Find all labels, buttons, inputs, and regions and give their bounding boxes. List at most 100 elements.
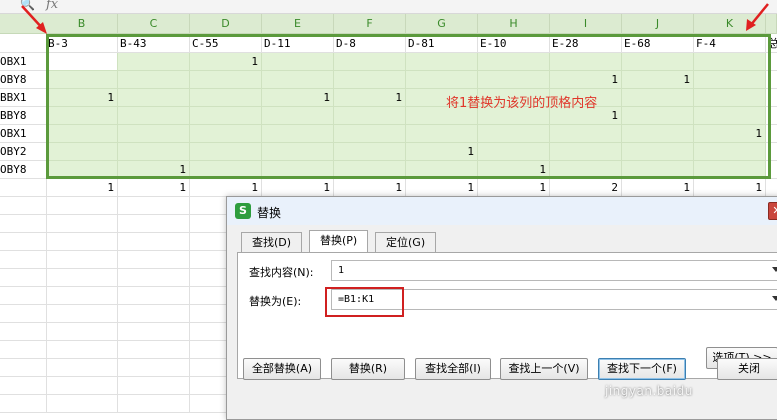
data-cell[interactable] [694, 143, 766, 161]
total-cell[interactable]: 1 [478, 179, 550, 197]
data-cell[interactable] [766, 125, 777, 143]
find-all-button[interactable]: 查找全部(I) [415, 358, 491, 380]
data-cell[interactable] [46, 71, 118, 89]
data-cell[interactable]: 1 [622, 71, 694, 89]
find-input[interactable]: 1 [331, 260, 777, 281]
empty-cell[interactable] [118, 197, 190, 215]
column-header[interactable]: H [478, 14, 550, 34]
dialog-titlebar[interactable]: S 替换 ✕ [227, 197, 777, 225]
empty-cell[interactable] [46, 377, 118, 395]
data-cell[interactable] [550, 143, 622, 161]
data-cell[interactable] [622, 89, 694, 107]
total-cell[interactable]: 1 [694, 179, 766, 197]
data-cell[interactable]: 1 [406, 143, 478, 161]
header-cell[interactable]: D-8 [334, 35, 406, 53]
data-cell[interactable]: 1 [118, 161, 190, 179]
total-cell[interactable]: 2 [550, 179, 622, 197]
column-header[interactable]: G [406, 14, 478, 34]
total-cell[interactable]: 1 [262, 179, 334, 197]
empty-cell[interactable] [46, 251, 118, 269]
header-cell[interactable]: E-10 [478, 35, 550, 53]
data-cell[interactable] [694, 161, 766, 179]
row-label[interactable]: OBX1 [0, 125, 47, 143]
column-header[interactable]: E [262, 14, 334, 34]
empty-cell[interactable] [118, 233, 190, 251]
row-label[interactable]: OBY8 [0, 71, 47, 89]
empty-cell[interactable] [46, 359, 118, 377]
data-cell[interactable] [694, 107, 766, 125]
data-cell[interactable] [118, 143, 190, 161]
data-cell[interactable] [118, 71, 190, 89]
data-cell[interactable] [262, 107, 334, 125]
empty-cell[interactable] [46, 269, 118, 287]
empty-cell[interactable] [118, 215, 190, 233]
header-cell[interactable]: C-55 [190, 35, 262, 53]
data-cell[interactable] [46, 143, 118, 161]
data-cell[interactable] [622, 125, 694, 143]
row-label[interactable]: OBY2 [0, 143, 47, 161]
tab-goto[interactable]: 定位(G) [375, 232, 437, 252]
data-cell[interactable] [766, 143, 777, 161]
column-header[interactable]: F [334, 14, 406, 34]
data-cell[interactable] [190, 71, 262, 89]
row-label[interactable] [0, 377, 47, 395]
data-cell[interactable] [478, 71, 550, 89]
empty-cell[interactable] [118, 359, 190, 377]
data-cell[interactable] [622, 161, 694, 179]
header-cell[interactable]: E-28 [550, 35, 622, 53]
data-cell[interactable] [694, 53, 766, 71]
data-cell[interactable] [334, 71, 406, 89]
row-label[interactable]: BBX1 [0, 89, 47, 107]
chevron-down-icon[interactable] [772, 296, 777, 301]
data-cell[interactable] [190, 161, 262, 179]
column-header[interactable] [766, 14, 777, 34]
empty-cell[interactable] [46, 197, 118, 215]
data-cell[interactable]: 1 [262, 89, 334, 107]
data-cell[interactable] [190, 143, 262, 161]
find-next-button[interactable]: 查找下一个(F) [598, 358, 686, 380]
row-label[interactable] [0, 395, 47, 413]
data-cell[interactable] [622, 143, 694, 161]
data-cell[interactable] [766, 161, 777, 179]
header-cell[interactable]: B-43 [118, 35, 190, 53]
row-label[interactable]: OBX1 [0, 53, 47, 71]
data-cell[interactable] [766, 71, 777, 89]
empty-cell[interactable] [118, 287, 190, 305]
empty-cell[interactable] [118, 251, 190, 269]
total-cell[interactable]: 1 [190, 179, 262, 197]
data-cell[interactable] [478, 125, 550, 143]
row-label[interactable]: OBY8 [0, 161, 47, 179]
header-cell[interactable]: 总 [766, 35, 777, 53]
row-label[interactable] [0, 269, 47, 287]
row-label[interactable] [0, 251, 47, 269]
data-cell[interactable] [118, 89, 190, 107]
empty-cell[interactable] [46, 323, 118, 341]
column-header[interactable]: J [622, 14, 694, 34]
row-label[interactable] [0, 359, 47, 377]
data-cell[interactable] [46, 125, 118, 143]
empty-cell[interactable] [118, 305, 190, 323]
data-cell[interactable] [262, 143, 334, 161]
data-cell[interactable]: 1 [46, 89, 118, 107]
total-cell[interactable]: 1 [334, 179, 406, 197]
data-cell[interactable] [46, 53, 118, 71]
data-cell[interactable] [406, 125, 478, 143]
row-label[interactable] [0, 179, 47, 197]
data-cell[interactable] [478, 143, 550, 161]
total-cell[interactable]: 1 [118, 179, 190, 197]
data-cell[interactable] [334, 107, 406, 125]
data-cell[interactable] [118, 107, 190, 125]
column-header[interactable]: K [694, 14, 766, 34]
empty-cell[interactable] [46, 215, 118, 233]
data-cell[interactable] [550, 161, 622, 179]
tab-find[interactable]: 查找(D) [241, 232, 303, 252]
data-cell[interactable] [118, 125, 190, 143]
data-cell[interactable]: 1 [550, 71, 622, 89]
row-label[interactable] [0, 305, 47, 323]
empty-cell[interactable] [118, 269, 190, 287]
empty-cell[interactable] [118, 377, 190, 395]
close-button[interactable]: 关闭 [717, 358, 777, 380]
data-cell[interactable] [190, 107, 262, 125]
data-cell[interactable] [334, 161, 406, 179]
data-cell[interactable] [550, 125, 622, 143]
